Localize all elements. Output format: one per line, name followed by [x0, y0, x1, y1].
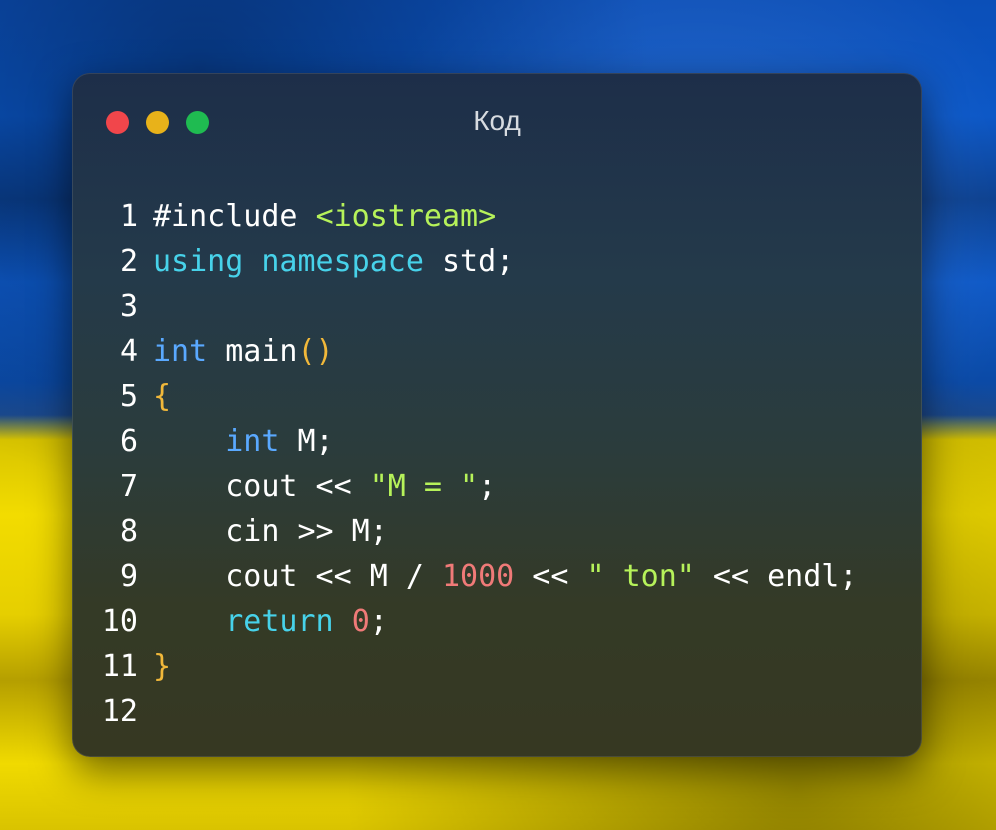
code-line: 1 #include <iostream>	[72, 194, 922, 239]
code-token: <iostream>	[315, 199, 497, 234]
code-line: 6 int M;	[72, 419, 922, 464]
code-block: 1 #include <iostream> 2 using namespace std…	[72, 194, 922, 734]
code-line: 3	[72, 284, 922, 329]
code-token: << endl;	[694, 559, 858, 594]
code-token: using	[153, 244, 244, 279]
window-title: Код	[473, 105, 521, 136]
line-number: 9	[119, 559, 138, 594]
code-text: int main()	[138, 329, 334, 374]
code-text: cout << "M = ";	[138, 464, 496, 509]
line-number: 4	[119, 334, 138, 369]
code-line: 8 cin >> M;	[72, 509, 922, 554]
code-token: {	[153, 379, 172, 414]
code-window: Код 1 #include <iostream> 2 using namespace…	[72, 73, 922, 757]
code-token: #include	[153, 199, 316, 234]
line-number: 8	[119, 514, 138, 549]
code-token: <<	[514, 559, 587, 594]
code-text: return 0;	[138, 599, 388, 644]
code-token: cout << M /	[153, 559, 442, 594]
code-text: cin >> M;	[138, 509, 388, 554]
code-token: }	[153, 649, 172, 684]
code-line: 9 cout << M / 1000 << " ton" << endl;	[72, 554, 922, 599]
code-token: "M = "	[369, 469, 479, 504]
code-text: #include <iostream>	[138, 194, 496, 239]
code-line: 7 cout << "M = ";	[72, 464, 922, 509]
code-token: int	[225, 424, 280, 459]
line-number: 3	[119, 289, 138, 324]
code-line: 10 return 0;	[72, 599, 922, 644]
line-number: 1	[119, 199, 138, 234]
code-token: int	[153, 334, 208, 369]
code-text: {	[138, 374, 171, 419]
code-line: 2 using namespace std;	[72, 239, 922, 284]
code-text: cout << M / 1000 << " ton" << endl;	[138, 554, 857, 599]
line-number: 5	[119, 379, 138, 414]
code-text: }	[138, 644, 171, 689]
code-line: 12	[72, 689, 922, 734]
code-token: 1000	[441, 559, 515, 594]
code-token: ;	[369, 604, 388, 639]
code-text: int M;	[138, 419, 334, 464]
code-line: 5{	[72, 374, 922, 419]
code-token: std;	[423, 244, 515, 279]
code-token: ()	[297, 334, 334, 369]
code-token: main	[207, 334, 298, 369]
code-token: M;	[279, 424, 334, 459]
code-text: using namespace std;	[138, 239, 514, 284]
line-number: 10	[101, 604, 138, 639]
line-number: 11	[101, 649, 138, 684]
line-number: 2	[119, 244, 138, 279]
line-number: 6	[119, 424, 138, 459]
code-token: 0	[351, 604, 370, 639]
line-number: 12	[101, 694, 138, 729]
code-token: cin >> M;	[153, 514, 388, 549]
code-token: " ton"	[586, 559, 695, 594]
line-number: 7	[119, 469, 138, 504]
code-token: ;	[478, 469, 497, 504]
title-bar: Код	[72, 73, 922, 171]
code-token: return	[225, 604, 334, 639]
code-token: cout <<	[153, 469, 370, 504]
code-line: 4 int main()	[72, 329, 922, 374]
code-token: namespace	[261, 244, 424, 279]
code-line: 11}	[72, 644, 922, 689]
